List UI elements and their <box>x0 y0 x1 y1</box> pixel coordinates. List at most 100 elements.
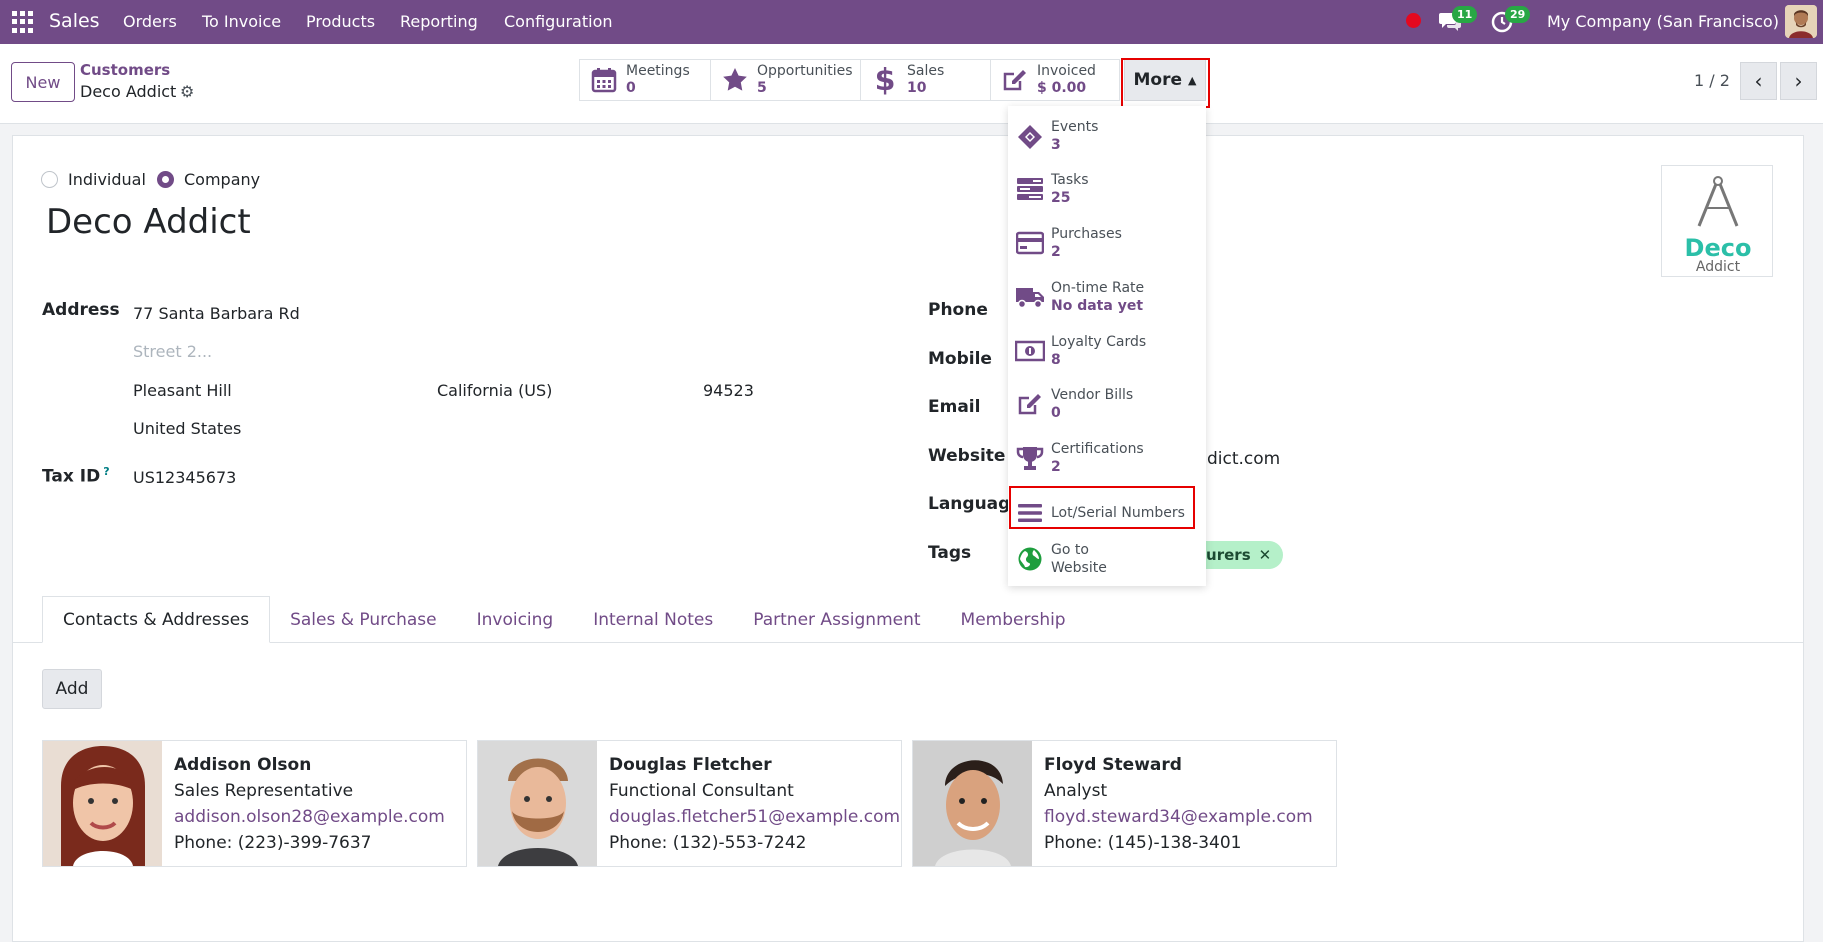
contact-email[interactable]: douglas.fletcher51@example.com <box>609 804 900 830</box>
contact-function: Analyst <box>1044 781 1108 801</box>
stat-label: Opportunities <box>757 63 853 79</box>
logo-text-main: Deco <box>1684 234 1752 262</box>
tab-partner-assignment[interactable]: Partner Assignment <box>733 596 940 643</box>
logo-text-sub: Addict <box>1695 259 1741 275</box>
stat-meetings-button[interactable]: Meetings 0 <box>579 59 710 101</box>
menu-item-loyalty-cards[interactable]: Loyalty Cards 8 <box>1008 329 1206 373</box>
notebook-tabs: Contacts & Addresses Sales & Purchase In… <box>42 596 1086 643</box>
breadcrumb-customers[interactable]: Customers <box>80 61 170 79</box>
street2-field[interactable]: Street 2... <box>133 342 212 361</box>
menu-item-purchases[interactable]: Purchases 2 <box>1008 221 1206 265</box>
stat-label: Invoiced <box>1037 63 1096 79</box>
contact-card[interactable]: Addison Olson Sales Representative addis… <box>42 740 467 867</box>
menu-orders[interactable]: Orders <box>123 12 177 31</box>
gear-icon[interactable]: ⚙ <box>180 82 194 101</box>
radio-button[interactable] <box>41 171 58 188</box>
contact-card[interactable]: Floyd Steward Analyst floyd.steward34@ex… <box>912 740 1337 867</box>
stat-label: Meetings <box>626 63 690 79</box>
menu-item-on-time-rate[interactable]: On-time Rate No data yet <box>1008 275 1206 319</box>
pager-value[interactable]: 1 / 2 <box>1694 71 1730 90</box>
tab-sales-purchase[interactable]: Sales & Purchase <box>270 596 457 643</box>
tab-contacts-addresses[interactable]: Contacts & Addresses <box>42 596 271 643</box>
calendar-icon <box>590 66 618 94</box>
stat-value: 10 <box>907 80 927 96</box>
company-switcher[interactable]: My Company (San Francisco) <box>1547 12 1779 31</box>
menu-configuration[interactable]: Configuration <box>504 12 613 31</box>
company-logo[interactable]: Deco Addict <box>1661 165 1773 277</box>
stat-sales-button[interactable]: $ Sales 10 <box>860 59 990 101</box>
stat-value: 5 <box>757 80 767 96</box>
radio-individual[interactable]: Individual <box>41 170 146 189</box>
contact-photo <box>913 741 1032 866</box>
contact-photo <box>478 741 597 866</box>
pencil-square-icon <box>1015 391 1045 417</box>
lot-serial-highlight-box <box>1009 486 1195 529</box>
menu-item-label: Vendor Bills <box>1051 387 1134 403</box>
contact-email[interactable]: addison.olson28@example.com <box>174 804 445 830</box>
stat-label: Sales <box>907 63 945 79</box>
website-field[interactable]: dict.com <box>1207 449 1280 469</box>
tax-id-label: Tax ID? <box>42 465 110 487</box>
recording-icon[interactable] <box>1406 13 1421 28</box>
star-icon <box>721 66 749 94</box>
stat-value: 0 <box>626 80 636 96</box>
menu-item-vendor-bills[interactable]: Vendor Bills 0 <box>1008 382 1206 426</box>
tasks-icon <box>1015 176 1045 202</box>
partner-name-field[interactable]: Deco Addict <box>46 202 251 242</box>
contact-photo <box>43 741 162 866</box>
tax-id-field[interactable]: US12345673 <box>133 468 236 487</box>
stat-opportunities-button[interactable]: Opportunities 5 <box>710 59 860 101</box>
contact-name: Floyd Steward <box>1044 755 1182 775</box>
menu-item-label: Go to <box>1051 542 1089 558</box>
menu-products[interactable]: Products <box>306 12 375 31</box>
app-grid-icon[interactable] <box>12 11 34 33</box>
app-name[interactable]: Sales <box>49 10 100 32</box>
zip-field[interactable]: 94523 <box>703 381 754 400</box>
menu-item-label: Certifications <box>1051 441 1144 457</box>
contact-phone: Phone: (145)-138-3401 <box>1044 833 1242 853</box>
tab-membership[interactable]: Membership <box>941 596 1086 643</box>
menu-to-invoice[interactable]: To Invoice <box>202 12 281 31</box>
contact-phone: Phone: (223)-399-7637 <box>174 833 372 853</box>
menu-item-certifications[interactable]: Certifications 2 <box>1008 436 1206 480</box>
mobile-label: Mobile <box>928 349 992 369</box>
activity-badge: 29 <box>1505 6 1531 23</box>
pager-previous-button[interactable]: ‹ <box>1740 62 1777 100</box>
tax-id-label-text: Tax ID <box>42 466 101 487</box>
stat-invoiced-button[interactable]: Invoiced $ 0.00 <box>990 59 1120 101</box>
menu-item-label: Events <box>1051 119 1099 135</box>
remove-tag-icon[interactable]: ✕ <box>1259 546 1272 564</box>
add-contact-button[interactable]: Add <box>42 669 102 709</box>
state-field[interactable]: California (US) <box>437 381 552 400</box>
contact-function: Sales Representative <box>174 781 354 801</box>
menu-item-label: Loyalty Cards <box>1051 334 1147 350</box>
stat-buttons: Meetings 0 Opportunities 5 $ Sales 10 Invoi… <box>579 59 1120 101</box>
menu-item-go-to-website[interactable]: Go to Website <box>1008 537 1206 581</box>
radio-label: Individual <box>68 170 146 189</box>
contact-email[interactable]: floyd.steward34@example.com <box>1044 804 1313 830</box>
menu-reporting[interactable]: Reporting <box>400 12 478 31</box>
street-field[interactable]: 77 Santa Barbara Rd <box>133 304 300 323</box>
menu-item-value: 25 <box>1051 190 1071 206</box>
menu-item-events[interactable]: Events 3 <box>1008 114 1206 158</box>
country-field[interactable]: United States <box>133 419 241 438</box>
menu-item-label: Purchases <box>1051 226 1122 242</box>
credit-card-icon <box>1015 230 1045 256</box>
contact-card[interactable]: Douglas Fletcher Functional Consultant d… <box>477 740 902 867</box>
new-button[interactable]: New <box>11 62 75 102</box>
ticket-icon <box>1015 123 1045 149</box>
radio-company[interactable]: Company <box>157 170 260 189</box>
help-icon[interactable]: ? <box>103 465 109 478</box>
contact-name: Douglas Fletcher <box>609 755 772 775</box>
city-field[interactable]: Pleasant Hill <box>133 381 232 400</box>
user-avatar[interactable] <box>1785 5 1817 38</box>
radio-button[interactable] <box>157 171 174 188</box>
website-label: Website <box>928 446 1006 466</box>
pager-next-button[interactable]: › <box>1780 62 1817 100</box>
menu-item-label: On-time Rate <box>1051 280 1145 296</box>
menu-item-value: 3 <box>1051 137 1061 153</box>
menu-item-value: No data yet <box>1051 298 1144 314</box>
tab-invoicing[interactable]: Invoicing <box>457 596 574 643</box>
menu-item-tasks[interactable]: Tasks 25 <box>1008 167 1206 211</box>
tab-internal-notes[interactable]: Internal Notes <box>573 596 733 643</box>
